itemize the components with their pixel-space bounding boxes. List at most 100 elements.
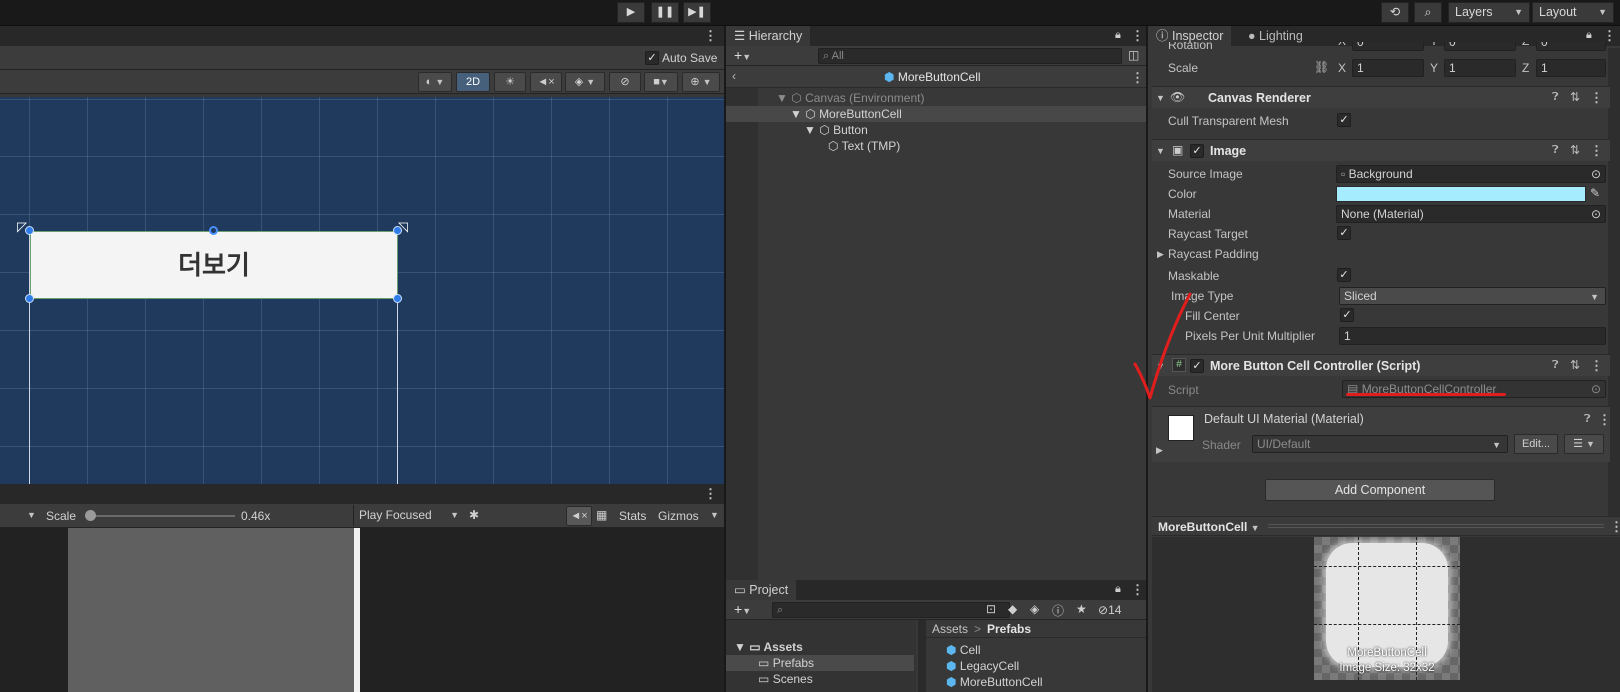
raycast-target-checkbox[interactable]: ✓ xyxy=(1337,226,1351,240)
add-component-button[interactable]: Add Component xyxy=(1265,479,1495,501)
file-item-morebuttoncell[interactable]: ⬢ MoreButtonCell xyxy=(946,675,1043,689)
add-button[interactable]: +▼ xyxy=(734,601,751,617)
edit-shader-button[interactable]: Edit... xyxy=(1514,434,1558,454)
tree-scrollbar[interactable] xyxy=(918,620,926,692)
label-icon[interactable]: ◈ xyxy=(1030,602,1039,616)
fill-center-checkbox[interactable]: ✓ xyxy=(1340,308,1354,322)
preset-icon[interactable]: ⇅ xyxy=(1570,143,1580,157)
filter-type-icon[interactable]: ◆ xyxy=(1008,602,1017,616)
handle-bottom-left[interactable] xyxy=(25,294,34,303)
gizmos-button[interactable]: Gizmos xyxy=(658,509,699,523)
script-enabled-checkbox[interactable]: ✓ xyxy=(1190,359,1204,373)
ppu-field[interactable]: 1 xyxy=(1339,327,1606,345)
tree-item-scenes[interactable]: ▭ Scenes xyxy=(758,672,813,686)
more-options-icon[interactable]: ⋮ xyxy=(1598,412,1611,428)
more-options-icon[interactable]: ⋮ xyxy=(704,28,717,44)
2d-toggle[interactable]: 2D xyxy=(456,72,490,92)
tree-item-prefabs[interactable]: ▭ Prefabs xyxy=(758,656,814,670)
handle-bottom-right[interactable] xyxy=(393,294,402,303)
breadcrumb-prefabs[interactable]: Prefabs xyxy=(987,622,1031,636)
preset-icon[interactable]: ⇅ xyxy=(1570,90,1580,104)
more-options-icon[interactable]: ⋮ xyxy=(1131,28,1144,44)
play-focused-dropdown[interactable]: Play Focused ▼ xyxy=(353,505,463,526)
scale-slider-thumb[interactable] xyxy=(85,510,96,521)
script-component-header[interactable]: ▼ # ✓ More Button Cell Controller (Scrip… xyxy=(1152,354,1610,376)
more-options-icon[interactable]: ⋮ xyxy=(1131,70,1144,86)
hierarchy-item-morebuttoncell[interactable]: ▼ ⬡ MoreButtonCell xyxy=(790,107,902,121)
resolution-dropdown[interactable]: ▼ xyxy=(27,510,36,520)
hierarchy-item-button[interactable]: ▼ ⬡ Button xyxy=(804,123,868,137)
rotation-fields[interactable]: X0 Y0 Z0 xyxy=(1336,42,1606,52)
preview-resize-handle[interactable] xyxy=(1268,524,1604,528)
raycast-padding-foldout[interactable]: ▶ xyxy=(1157,249,1164,260)
bug-icon[interactable]: ✱ xyxy=(469,508,479,522)
search-button[interactable]: ⌕ xyxy=(1414,2,1442,23)
shading-mode-button[interactable]: ◐ ▼ xyxy=(418,72,452,92)
history-button[interactable]: ⟲ xyxy=(1381,2,1409,23)
chevron-down-icon[interactable]: ▼ xyxy=(710,510,719,520)
scale-x-field[interactable]: 1 xyxy=(1352,59,1424,77)
add-button[interactable]: +▼ xyxy=(734,47,751,63)
cull-transparent-mesh-checkbox[interactable]: ✓ xyxy=(1337,113,1351,127)
help-icon[interactable]: ❓︎ xyxy=(1552,91,1559,104)
material-field[interactable]: None (Material) ⊙ xyxy=(1336,205,1606,223)
project-search-input[interactable]: ⌕ xyxy=(772,602,1010,618)
lock-icon[interactable]: 🔒︎ xyxy=(1115,583,1121,596)
auto-save-checkbox[interactable]: ✓ xyxy=(645,51,659,65)
camera-button[interactable]: ■▼ xyxy=(644,72,678,92)
more-options-icon[interactable]: ⋮ xyxy=(1590,143,1603,159)
lock-icon[interactable]: 🔒︎ xyxy=(1586,29,1592,42)
shader-dropdown[interactable]: UI/Default ▼ xyxy=(1252,435,1508,453)
step-button[interactable]: ▶❚ xyxy=(683,2,711,23)
search-scope-icon[interactable]: ⊡ xyxy=(986,602,996,616)
play-button[interactable]: ▶ xyxy=(617,2,645,23)
more-options-icon[interactable]: ⋮ xyxy=(1590,90,1603,106)
image-enabled-checkbox[interactable]: ✓ xyxy=(1190,144,1204,158)
mute-audio-toggle[interactable]: ◄× xyxy=(566,506,592,526)
breadcrumb-assets[interactable]: Assets xyxy=(932,622,968,636)
more-options-icon[interactable]: ⋮ xyxy=(704,486,717,502)
anchor-top-right-icon[interactable]: ◹ xyxy=(398,219,408,235)
scale-slider-track[interactable] xyxy=(90,515,235,517)
audio-toggle[interactable]: ◄× xyxy=(530,72,562,92)
constrain-proportions-icon[interactable]: ⛓ xyxy=(1314,60,1329,74)
more-options-icon[interactable]: ⋮ xyxy=(1590,358,1603,374)
scene-visibility-icon[interactable]: ◫ xyxy=(1128,48,1139,62)
pause-button[interactable]: ❚❚ xyxy=(651,2,679,23)
pivot-handle[interactable] xyxy=(209,226,218,235)
tab-hierarchy[interactable]: ☰ Hierarchy xyxy=(726,26,811,46)
lighting-toggle[interactable]: ☀ xyxy=(494,72,526,92)
shader-options-button[interactable]: ☰ ▼ xyxy=(1564,434,1604,454)
hidden-count[interactable]: ⊘14 xyxy=(1098,603,1121,617)
tab-lighting[interactable]: ● Lighting xyxy=(1240,26,1311,46)
game-viewport[interactable] xyxy=(0,528,724,692)
back-icon[interactable]: ‹ xyxy=(732,69,736,83)
tree-item-assets[interactable]: ▼ ▭ Assets xyxy=(734,640,803,654)
tab-project[interactable]: ▭ Project xyxy=(726,580,797,600)
more-options-icon[interactable]: ⋮ xyxy=(1131,582,1144,598)
scale-z-field[interactable]: 1 xyxy=(1536,59,1606,77)
maskable-checkbox[interactable]: ✓ xyxy=(1337,268,1351,282)
color-swatch[interactable] xyxy=(1336,186,1586,202)
material-foldout[interactable]: ▶ xyxy=(1156,445,1163,456)
image-type-dropdown[interactable]: Sliced ▼ xyxy=(1339,287,1606,305)
hierarchy-item-canvas[interactable]: ▼ ⬡ Canvas (Environment) xyxy=(776,91,924,105)
file-item-legacycell[interactable]: ⬢ LegacyCell xyxy=(946,659,1019,673)
help-icon[interactable]: ❓︎ xyxy=(1584,413,1591,426)
canvas-renderer-header[interactable]: ▼ 👁︎ Canvas Renderer ❓︎ ⇅ ⋮ xyxy=(1152,86,1610,108)
image-header[interactable]: ▼ ▣ ✓ Image ❓︎ ⇅ ⋮ xyxy=(1152,139,1610,161)
gizmo-button[interactable]: ⊕ ▼ xyxy=(682,72,720,92)
stats-button[interactable]: Stats xyxy=(619,509,646,523)
layout-dropdown[interactable]: Layout ▼ xyxy=(1532,2,1614,23)
effects-toggle[interactable]: ◈ ▼ xyxy=(565,72,605,92)
more-button-preview[interactable]: 더보기 xyxy=(30,231,398,299)
more-options-icon[interactable]: ⋮ xyxy=(1610,519,1620,535)
star-icon[interactable]: ★ xyxy=(1076,602,1087,616)
preset-icon[interactable]: ⇅ xyxy=(1570,358,1580,372)
keyboard-icon[interactable]: ▦ xyxy=(596,508,607,522)
file-item-cell[interactable]: ⬢ Cell xyxy=(946,643,981,657)
layers-dropdown[interactable]: Layers ▼ xyxy=(1448,2,1530,23)
warning-icon[interactable]: ⓘ xyxy=(1052,602,1064,619)
help-icon[interactable]: ❓︎ xyxy=(1552,359,1559,372)
visibility-toggle[interactable]: ⊘ xyxy=(609,72,641,92)
